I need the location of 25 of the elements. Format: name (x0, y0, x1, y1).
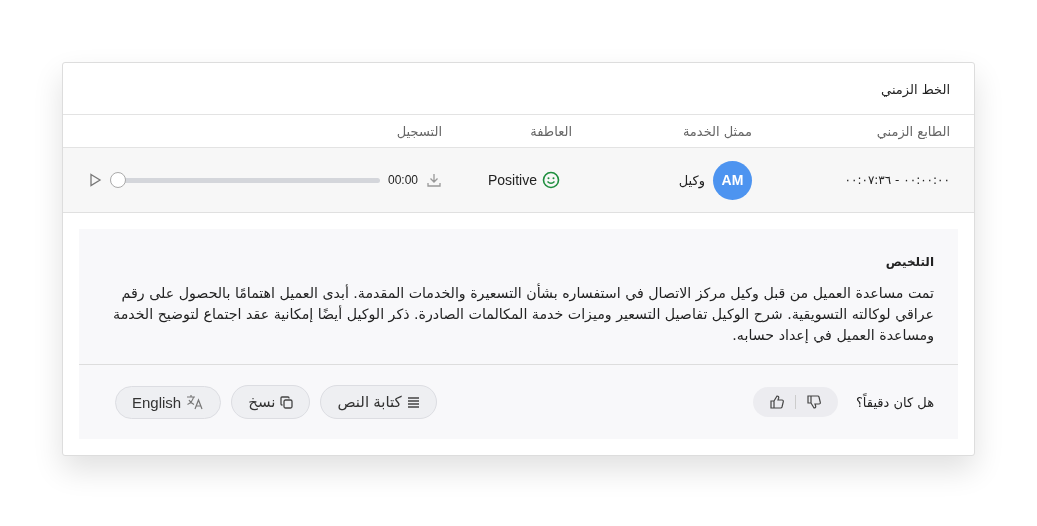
thumbs-down-icon[interactable] (805, 394, 822, 410)
audio-slider[interactable] (109, 172, 380, 188)
lines-icon (406, 396, 420, 408)
avatar: AM (713, 160, 752, 200)
sentiment-label: Positive (487, 172, 537, 188)
language-button[interactable]: English (115, 385, 222, 419)
column-header: العاطفة (529, 123, 572, 139)
download-icon[interactable] (426, 172, 442, 188)
thumbs-up-icon[interactable] (768, 394, 785, 410)
timestamp: ٠٠:٠٠:٠٠ - ٠٠:٠٧:٣٦ (844, 173, 950, 187)
transcript-button[interactable]: كتابة النص (320, 385, 437, 419)
summary-heading: التلخيص (884, 254, 935, 269)
column-header: التسجيل (395, 123, 442, 139)
smiley-icon (542, 171, 560, 189)
playback-time: 00:00 (387, 173, 418, 187)
feedback-question: هل كان دقيقاً؟ (855, 394, 934, 410)
copy-icon (280, 395, 294, 409)
column-header: الطابع الزمني (875, 123, 950, 139)
translate-icon (186, 394, 205, 410)
play-icon[interactable] (87, 173, 102, 187)
copy-button[interactable]: نسخ (231, 385, 311, 419)
column-header: ممثل الخدمة (681, 123, 752, 139)
card-title: الخط الزمني (63, 63, 974, 115)
summary-text: تمت مساعدة العميل من قبل وكيل مركز الاتصال في استفساره بشأن التسعيرة والخدمات المقدمة. أبدى العميل اهتمامًا بالحصول على رقم عراقي لوكالته التسويقية. شرح الوكيل تفاصيل التسعير وميزات خدمة المكالمات الصادرة. ذكر الوكيل أيضًا إمكانية عقد اجتماع لتوضيح الخدمة ومساعدة العميل في إعداد حسابه. (79, 283, 958, 365)
agent-name: وكيل (678, 172, 705, 188)
